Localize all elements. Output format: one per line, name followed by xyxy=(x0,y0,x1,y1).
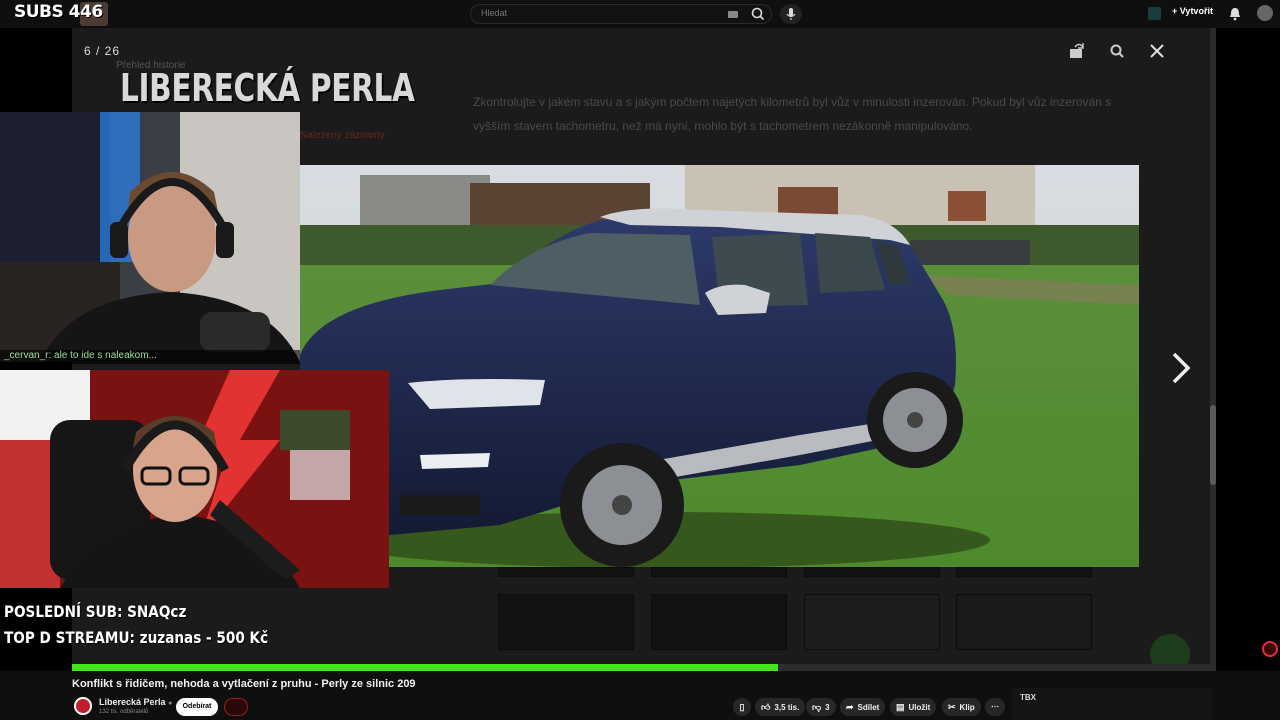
save-button[interactable]: ▤ Uložit xyxy=(890,698,937,716)
gallery-thumbnail[interactable] xyxy=(498,594,634,650)
create-button[interactable]: + Vytvořit xyxy=(1172,6,1213,16)
save-label: Uložit xyxy=(908,703,931,712)
channel-name[interactable]: Liberecká Perla ● xyxy=(99,697,172,707)
subscribe-button[interactable]: Odebírat xyxy=(176,698,218,716)
clip-button[interactable]: ✂ Klip xyxy=(942,698,981,716)
account-avatar[interactable] xyxy=(1257,5,1273,21)
more-actions-button[interactable]: ⋯ xyxy=(985,698,1005,716)
chat-message: _cervan_r: ale to ide s naleakom... xyxy=(0,350,300,364)
verified-icon: ● xyxy=(168,700,173,707)
gallery-thumbnail[interactable] xyxy=(804,594,940,650)
search-input[interactable]: Hledat xyxy=(470,4,772,24)
car-photo xyxy=(300,165,1139,567)
extension-icon[interactable] xyxy=(1148,7,1161,20)
rotate-button[interactable] xyxy=(1066,40,1088,62)
background-red-link: Nalezeny záznamy xyxy=(300,130,385,141)
video-progress-bar[interactable] xyxy=(72,664,1216,671)
more-icon: ⋯ xyxy=(991,702,999,711)
page-scrollbar[interactable] xyxy=(1210,28,1216,671)
streamer-webcam-2 xyxy=(0,370,389,588)
search-button[interactable] xyxy=(744,4,772,24)
channel-subscribers: 132 tis. odběratelů xyxy=(99,709,149,715)
share-button[interactable]: ➦ Sdílet xyxy=(840,698,886,716)
close-icon xyxy=(1150,44,1164,58)
gallery-thumbnail[interactable] xyxy=(498,567,634,577)
youtube-top-bar: SUBS 446 Hledat + Vytvořit xyxy=(0,0,1280,28)
search-icon xyxy=(751,7,765,21)
join-button[interactable] xyxy=(224,698,248,716)
gallery-thumbnail[interactable] xyxy=(651,567,787,577)
voice-search-button[interactable] xyxy=(780,4,802,24)
share-label: Sdílet xyxy=(857,703,880,712)
gallery-thumbnail[interactable] xyxy=(956,567,1092,577)
video-progress-fill xyxy=(72,664,778,671)
close-button[interactable] xyxy=(1146,40,1168,62)
thumbs-down-icon: 👎︎ xyxy=(812,702,822,712)
share-icon: ➦ xyxy=(846,702,854,712)
channel-name-text: Liberecká Perla xyxy=(99,697,166,707)
subs-counter: SUBS 446 xyxy=(14,2,103,22)
like-count: 3,5 tis. xyxy=(774,703,800,712)
thumbs-up-icon: 👍︎ xyxy=(761,702,771,712)
bookmark-button[interactable]: ▯ xyxy=(733,698,751,716)
side-panel-logo: TBX xyxy=(1020,693,1036,702)
keyboard-icon[interactable] xyxy=(728,11,738,18)
clip-label: Klip xyxy=(959,703,975,712)
gallery-thumbnail[interactable] xyxy=(651,594,787,650)
notifications-bell-icon[interactable] xyxy=(1228,6,1242,22)
plus-icon: + xyxy=(1172,6,1180,16)
next-image-button[interactable] xyxy=(1168,350,1196,386)
rotate-icon xyxy=(1070,43,1084,58)
scissors-icon: ✂ xyxy=(948,702,956,712)
side-panel xyxy=(1012,688,1212,720)
top-donation-label: TOP D STREAMU: zuzanas - 500 Kč xyxy=(4,628,269,647)
bookmark-icon: ▯ xyxy=(739,702,745,712)
chevron-right-icon xyxy=(1172,352,1191,384)
create-label: Vytvořit xyxy=(1179,6,1213,16)
gallery-counter: 6 / 26 xyxy=(84,44,121,58)
last-sub-label: POSLEDNÍ SUB: SNAQcz xyxy=(4,602,187,621)
scrollbar-thumb[interactable] xyxy=(1210,405,1216,485)
channel-avatar[interactable] xyxy=(74,697,92,715)
channel-brand-title: LIBERECKÁ PERLA xyxy=(120,66,415,110)
save-icon: ▤ xyxy=(896,702,905,712)
record-indicator-icon xyxy=(1262,641,1278,657)
zoom-button[interactable] xyxy=(1106,40,1128,62)
gallery-thumbnail[interactable] xyxy=(804,567,940,577)
microphone-icon xyxy=(786,8,796,20)
zoom-icon xyxy=(1110,44,1124,58)
gallery-thumbnail[interactable] xyxy=(956,594,1092,650)
video-title: Konflikt s řidičem, nehoda a vytlačení z… xyxy=(72,678,416,690)
like-button[interactable]: 👍︎ 3,5 tis. xyxy=(755,698,806,716)
dislike-button[interactable]: 👎︎ 3 xyxy=(806,698,836,716)
search-placeholder: Hledat xyxy=(481,8,508,18)
streamer-webcam-1 xyxy=(0,112,300,362)
screen: SUBS 446 Hledat + Vytvořit Přehled histo… xyxy=(0,0,1280,720)
dislike-count: 3 xyxy=(825,703,830,712)
background-article-text: Zkontrolujte v jakém stavu a s jakým poč… xyxy=(473,95,1112,133)
